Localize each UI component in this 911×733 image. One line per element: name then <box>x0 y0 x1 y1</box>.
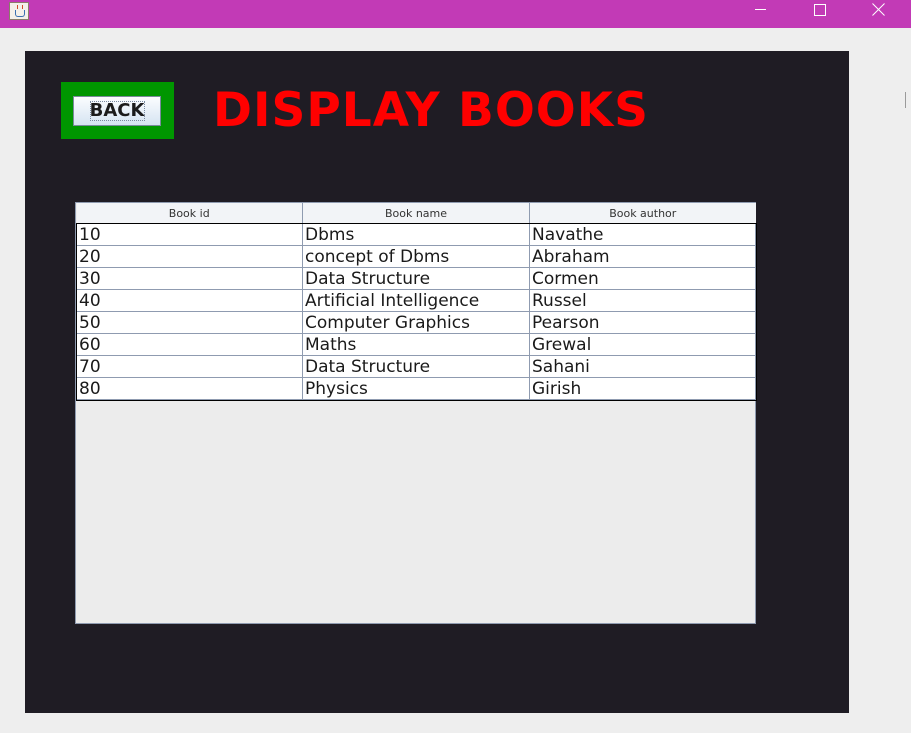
cell-book-author[interactable]: Abraham <box>529 245 756 268</box>
cell-book-name[interactable]: Dbms <box>302 223 530 246</box>
cell-book-author[interactable]: Grewal <box>529 333 756 356</box>
cell-book-id[interactable]: 50 <box>76 311 303 334</box>
cell-book-author[interactable]: Cormen <box>529 267 756 290</box>
cell-book-name[interactable]: Artificial Intelligence <box>302 289 530 312</box>
cell-book-name[interactable]: Data Structure <box>302 355 530 378</box>
table-row[interactable]: 20 concept of Dbms Abraham <box>76 245 756 268</box>
cell-book-author[interactable]: Pearson <box>529 311 756 334</box>
column-header-book-name[interactable]: Book name <box>302 203 530 224</box>
page-title: DISPLAY BOOKS <box>213 83 650 138</box>
cell-book-author[interactable]: Sahani <box>529 355 756 378</box>
column-header-book-id[interactable]: Book id <box>76 203 303 224</box>
cell-book-id[interactable]: 70 <box>76 355 303 378</box>
content-panel: BACK DISPLAY BOOKS Book id Book name Boo… <box>25 51 849 713</box>
focus-ring <box>90 101 145 121</box>
window-titlebar[interactable] <box>0 0 911 28</box>
table-row[interactable]: 30 Data Structure Cormen <box>76 267 756 290</box>
cell-book-id[interactable]: 40 <box>76 289 303 312</box>
java-cup-icon[interactable] <box>9 2 29 20</box>
window-edge-divider <box>905 92 911 108</box>
close-button[interactable] <box>855 0 901 28</box>
books-table-scroll-pane[interactable]: Book id Book name Book author 10 Dbms Na… <box>75 202 757 624</box>
cell-book-name[interactable]: Data Structure <box>302 267 530 290</box>
cell-book-id[interactable]: 20 <box>76 245 303 268</box>
cell-book-id[interactable]: 10 <box>76 223 303 246</box>
cell-book-id[interactable]: 80 <box>76 377 303 400</box>
close-icon <box>871 2 887 18</box>
column-header-book-author[interactable]: Book author <box>529 203 756 224</box>
maximize-icon <box>814 4 826 16</box>
table-row[interactable]: 10 Dbms Navathe <box>76 223 756 246</box>
cell-book-name[interactable]: Maths <box>302 333 530 356</box>
cell-book-name[interactable]: concept of Dbms <box>302 245 530 268</box>
cell-book-id[interactable]: 60 <box>76 333 303 356</box>
cell-book-name[interactable]: Computer Graphics <box>302 311 530 334</box>
cell-book-author[interactable]: Russel <box>529 289 756 312</box>
back-button[interactable]: BACK <box>73 96 161 126</box>
cell-book-author[interactable]: Girish <box>529 377 756 400</box>
cell-book-id[interactable]: 30 <box>76 267 303 290</box>
minimize-button[interactable] <box>737 0 783 28</box>
table-row[interactable]: 70 Data Structure Sahani <box>76 355 756 378</box>
table-row[interactable]: 50 Computer Graphics Pearson <box>76 311 756 334</box>
table-row[interactable]: 60 Maths Grewal <box>76 333 756 356</box>
cell-book-author[interactable]: Navathe <box>529 223 756 246</box>
table-row[interactable]: 40 Artificial Intelligence Russel <box>76 289 756 312</box>
table-row[interactable]: 80 Physics Girish <box>76 377 756 400</box>
cell-book-name[interactable]: Physics <box>302 377 530 400</box>
maximize-button[interactable] <box>797 0 843 28</box>
books-table[interactable]: Book id Book name Book author 10 Dbms Na… <box>75 203 757 401</box>
minimize-icon <box>755 9 766 10</box>
back-button-frame: BACK <box>61 82 174 139</box>
table-header-row: Book id Book name Book author <box>76 203 756 224</box>
